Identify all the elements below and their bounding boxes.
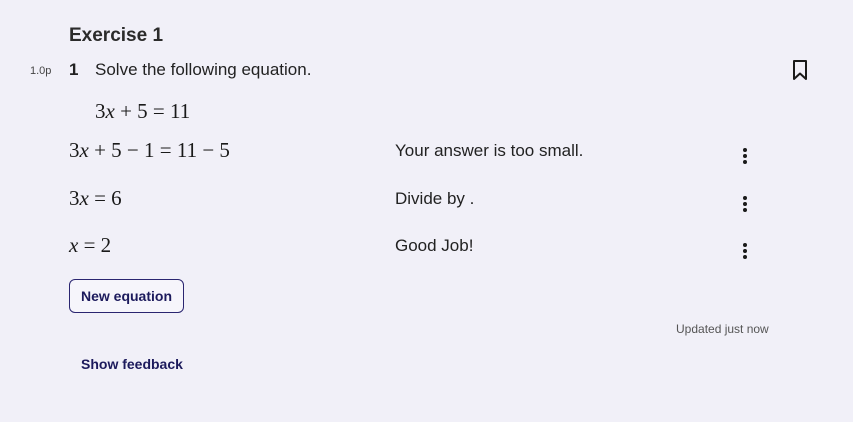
step-equation: 3x + 5 − 1 = 11 − 5	[69, 138, 230, 162]
updated-status: Updated just now	[676, 322, 769, 336]
question-number: 1	[69, 60, 79, 79]
more-vertical-icon[interactable]	[737, 242, 753, 260]
question-text: Solve the following equation.	[95, 60, 312, 79]
step-row: 3x = 6 Divide by .	[69, 186, 769, 216]
step-feedback: Divide by .	[395, 189, 475, 208]
more-vertical-icon[interactable]	[737, 147, 753, 165]
question-points: 1.0p	[30, 65, 52, 77]
step-equation: x = 2	[69, 233, 112, 257]
step-feedback: Good Job!	[395, 236, 474, 255]
given-equation: 3x + 5 = 11	[95, 99, 191, 123]
show-feedback-link[interactable]: Show feedback	[81, 356, 183, 372]
bookmark-icon[interactable]	[791, 59, 809, 81]
step-row: 3x + 5 − 1 = 11 − 5 Your answer is too s…	[69, 138, 769, 168]
more-vertical-icon[interactable]	[737, 195, 753, 213]
step-feedback: Your answer is too small.	[395, 141, 584, 160]
new-equation-button[interactable]: New equation	[69, 279, 184, 313]
exercise-title: Exercise 1	[69, 25, 164, 46]
step-equation: 3x = 6	[69, 186, 122, 210]
step-row: x = 2 Good Job!	[69, 233, 769, 263]
